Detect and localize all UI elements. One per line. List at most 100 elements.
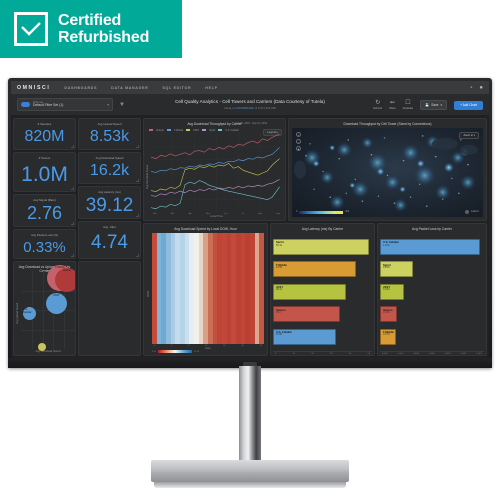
screen: OMNISCI DASHBOARDS DATA MANAGER SQL EDIT…	[11, 81, 489, 358]
resize-handle[interactable]	[71, 254, 74, 257]
heatmap-grid[interactable]	[152, 233, 265, 344]
save-button[interactable]: 💾 Save ▾	[420, 99, 448, 110]
badge-line-2: Refurbished	[58, 29, 150, 46]
filter-toggle-icon[interactable]	[21, 102, 30, 107]
plot-area	[150, 133, 282, 213]
resize-handle[interactable]	[71, 187, 74, 190]
kpi-value: 8.53k	[89, 128, 130, 146]
resize-handle[interactable]	[71, 222, 74, 225]
panel-spacer	[78, 261, 141, 356]
x-axis-label: Avg Download Speed	[35, 350, 61, 353]
duplicate-icon: ☐	[405, 99, 411, 106]
navbar-right: ▪ ●	[470, 85, 483, 91]
monitor-stand-neck	[239, 366, 261, 464]
compass-icon[interactable]: ▲	[296, 146, 301, 151]
resize-handle[interactable]	[71, 145, 74, 148]
badge-text: Certified Refurbished	[58, 12, 149, 47]
mapbox-icon	[465, 210, 470, 214]
bar-row-t-mobile[interactable]: T-Mobile 0.17%	[380, 328, 484, 345]
panel-title: Avg Packet Loss by Carrier	[412, 226, 452, 231]
kpi-avg-signal[interactable]: Avg Signal (Bars) 2.76	[13, 194, 76, 227]
monitor-stand-base	[151, 460, 349, 488]
chart-latency-by-carrier[interactable]: Avg Latency (ms) By Carrier Sprint 50.12	[270, 223, 375, 356]
kpi-jitter[interactable]: Avg. Jitter 4.74	[78, 221, 141, 259]
kpi-samples[interactable]: # Samples 820M	[13, 118, 76, 150]
page-title: Cell Quality Analytics - Cell Towers and…	[175, 99, 325, 105]
kpi-packet-loss[interactable]: Avg Packet Loss (%) 0.33%	[13, 229, 76, 259]
bar-row-verizon[interactable]: Verizon 0.19%	[380, 306, 484, 323]
bar-row-us-cellular[interactable]: U.S. Cellular 1.40%	[380, 238, 484, 255]
chart-packet-loss-by-carrier[interactable]: Avg Packet Loss by Carrier U.S. Cellular…	[377, 223, 487, 356]
resize-handle[interactable]	[136, 214, 139, 217]
kpi-towers[interactable]: # Towers 1.0M	[13, 152, 76, 192]
certified-refurbished-badge: Certified Refurbished	[0, 0, 182, 58]
bar-row-t-mobile[interactable]: T-Mobile 43.06	[273, 261, 372, 278]
chart-download-vs-upload[interactable]: Avg Download vs Upload Speed by Carrier …	[13, 261, 76, 356]
map-controls[interactable]: + − ▲	[296, 132, 301, 151]
map-canvas[interactable]: + − ▲ Zoom to ▾ 0 40k mapbox	[292, 128, 483, 217]
dashboard-title-wrap: Cell Quality Analytics - Cell Towers and…	[175, 99, 325, 110]
bar-row-att[interactable]: AT&T 38.11	[273, 283, 372, 300]
zoom-out-icon[interactable]: −	[296, 139, 301, 144]
kpi-value: 820M	[24, 128, 65, 146]
zoom-in-icon[interactable]: +	[296, 132, 301, 137]
filter-set-selector[interactable]: Filter set Default Filter Set (1) ▾	[17, 98, 113, 111]
kpi-upload-speed[interactable]: Avg Upload Speed 8.53k	[78, 118, 141, 150]
refresh-icon: ↻	[375, 99, 381, 106]
add-chart-button[interactable]: + Add Chart	[454, 100, 483, 110]
nav-data-manager[interactable]: DATA MANAGER	[111, 86, 148, 90]
share-label: Share	[389, 106, 396, 110]
nav-help[interactable]: HELP	[205, 86, 217, 90]
y-axis-label: Avg Download Speed	[146, 164, 149, 189]
nav-dashboards[interactable]: DASHBOARDS	[64, 86, 97, 90]
omnisci-logo[interactable]: OMNISCI	[17, 85, 50, 91]
kpi-latency[interactable]: Avg Latency (ms) 39.12	[78, 186, 141, 219]
funnel-icon[interactable]: ▼	[119, 102, 125, 108]
notification-icon[interactable]: ▪	[470, 85, 472, 91]
bubble-att[interactable]: AT&T	[45, 292, 67, 314]
kpi-value: 1.0M	[21, 163, 68, 187]
panel-title: Avg Latency (ms) By Carrier	[301, 226, 344, 231]
share-icon: ⇚	[389, 99, 395, 106]
panel-title: Avg Download Speed by Local DOW, Hour	[174, 226, 237, 231]
user-account-icon[interactable]: ●	[479, 85, 483, 91]
heatmap-color-legend: 5.6k 21.0k	[152, 350, 200, 353]
bar-row-sprint[interactable]: Sprint 50.12	[273, 238, 372, 255]
chevron-down-icon[interactable]: ▾	[440, 103, 442, 107]
resize-handle[interactable]	[136, 254, 139, 257]
chart-download-throughput[interactable]: Avg Download Throughput by Carrier Veriz…	[143, 118, 286, 221]
refresh-button[interactable]: ↻ Refresh	[373, 100, 382, 110]
x-axis-label: Local Time	[210, 215, 223, 218]
subtitle-link[interactable]: DASHBOARD	[236, 106, 254, 110]
bar-row-verizon[interactable]: Verizon 35.3	[273, 306, 372, 323]
bar-row-att[interactable]: AT&T 0.31%	[380, 283, 484, 300]
nav-sql-editor[interactable]: SQL EDITOR	[162, 86, 191, 90]
kpi-value: 2.76	[26, 203, 63, 224]
color-scale-bar	[299, 210, 344, 214]
duplicate-button[interactable]: ☐ Duplicate	[403, 100, 413, 110]
bubble-us-cellular[interactable]: U.S. Cellular	[23, 306, 36, 320]
resize-handle[interactable]	[136, 179, 139, 182]
kpi-value: 4.74	[91, 232, 128, 254]
resize-handle[interactable]	[136, 145, 139, 148]
x-axis-ticks: 0 10 20 30 40 50	[273, 351, 372, 355]
kpi-download-speed[interactable]: Avg Download Speed 16.2k	[78, 152, 141, 184]
zoom-to-button[interactable]: Zoom to ▾	[459, 132, 479, 139]
chart-heatmap-dow-hour[interactable]: Avg Download Speed by Local DOW, Hour DO…	[143, 223, 268, 356]
filter-value: Default Filter Set (1)	[33, 103, 64, 108]
check-icon	[14, 12, 48, 46]
share-button[interactable]: ⇚ Share	[389, 100, 396, 110]
chevron-down-icon[interactable]: ▾	[107, 103, 109, 107]
kpi-value: 0.33%	[23, 238, 66, 256]
date-range-label: Feb 08, 2019 - Sep 01, 2019	[235, 122, 267, 125]
bar-row-sprint[interactable]: Sprint 0.45%	[380, 261, 484, 278]
main-column: Avg Download Throughput by Carrier Veriz…	[143, 118, 487, 356]
dashboard-subtitle: tutela_us DASHBOARD of 5,971,402,685	[175, 106, 325, 110]
map-attribution: mapbox	[465, 210, 479, 214]
bar-row-us-cellular[interactable]: U.S. Cellular 32.98	[273, 328, 372, 345]
kpi-column-1: # Samples 820M # Towers 1.0M Avg Signal …	[13, 118, 76, 356]
dashboard-canvas: # Samples 820M # Towers 1.0M Avg Signal …	[11, 116, 489, 358]
chart-map-download-throughput[interactable]: Download Throughput by Cell Tower (Sized…	[288, 118, 487, 221]
subtitle-table: tutela_us	[224, 105, 236, 110]
bubble-verizon[interactable]: Verizon	[55, 267, 75, 292]
